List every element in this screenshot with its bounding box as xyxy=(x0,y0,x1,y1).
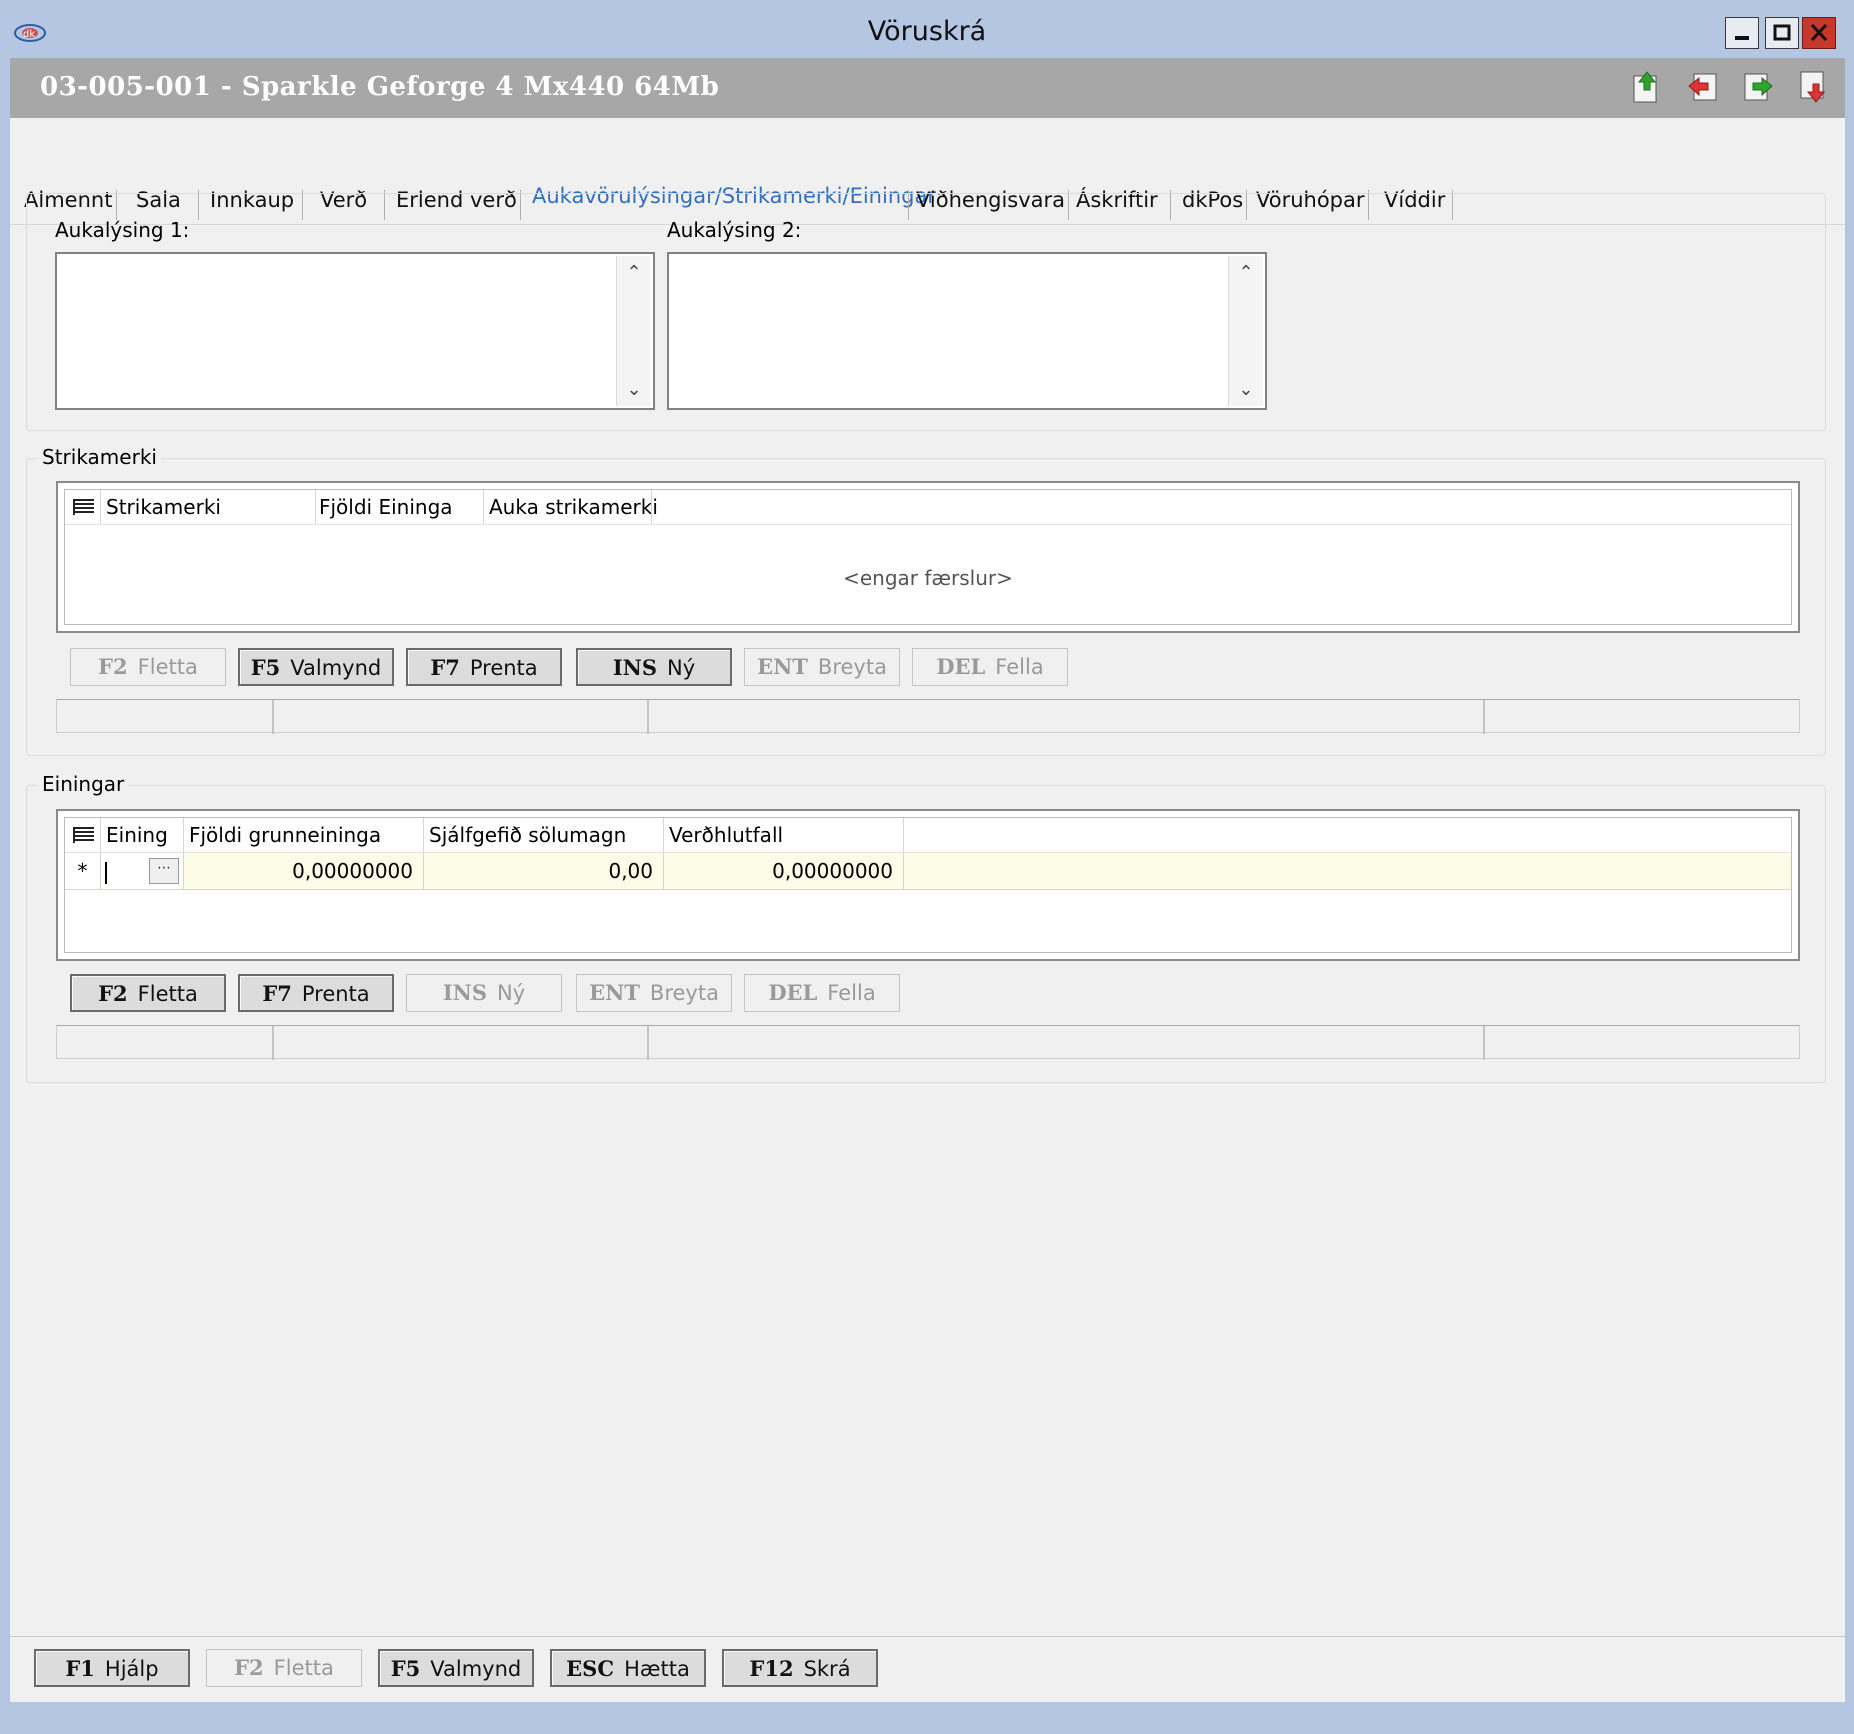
close-button[interactable] xyxy=(1802,17,1836,49)
units-fletta-button[interactable]: F2 Fletta xyxy=(70,974,226,1012)
new-row[interactable]: * ⋯ 0,00000000 0,00 0,00000000 xyxy=(65,853,1791,890)
maximize-button[interactable] xyxy=(1765,17,1799,49)
column-header-fjoldi-eininga[interactable]: Fjöldi Eininga xyxy=(319,495,453,519)
scroll-down-icon[interactable]: ⌄ xyxy=(1229,379,1263,400)
description-1-field[interactable]: ⌃ ⌄ xyxy=(55,252,655,410)
column-chooser-icon[interactable] xyxy=(73,498,95,516)
minimize-button[interactable] xyxy=(1725,17,1759,49)
help-button[interactable]: F1 Hjálp xyxy=(34,1649,190,1687)
record-upload-icon[interactable] xyxy=(1631,70,1663,104)
window-title: Vöruskrá xyxy=(867,16,987,47)
description-2-label: Aukalýsing 2: xyxy=(667,218,802,242)
record-title: 03-005-001 - Sparkle Geforge 4 Mx440 64M… xyxy=(40,72,720,102)
scroll-up-icon[interactable]: ⌃ xyxy=(1229,262,1263,283)
record-delete-icon[interactable] xyxy=(1798,70,1830,104)
save-button[interactable]: F12 Skrá xyxy=(722,1649,878,1687)
description-2-field[interactable]: ⌃ ⌄ xyxy=(667,252,1267,410)
default-qty-cell[interactable]: 0,00 xyxy=(424,853,663,889)
minimize-icon xyxy=(1735,36,1749,40)
description-1-scrollbar[interactable]: ⌃ ⌄ xyxy=(616,256,651,406)
record-back-icon[interactable] xyxy=(1686,70,1718,104)
units-fella-button[interactable]: DEL Fella xyxy=(744,974,900,1012)
footer-fletta-button[interactable]: F2 Fletta xyxy=(206,1649,362,1687)
column-header-fjoldi-grunneininga[interactable]: Fjöldi grunneininga xyxy=(189,823,381,847)
unit-cell[interactable]: ⋯ xyxy=(101,853,183,889)
units-grid[interactable]: Eining Fjöldi grunneininga Sjálfgefið sö… xyxy=(56,809,1800,961)
column-header-verdhlutfall[interactable]: Verðhlutfall xyxy=(669,823,783,847)
new-row-marker: * xyxy=(65,853,100,889)
empty-grid-text: <engar færslur> xyxy=(843,566,1013,590)
price-ratio-cell[interactable]: 0,00000000 xyxy=(664,853,903,889)
description-1-label: Aukalýsing 1: xyxy=(55,218,190,242)
barcodes-prenta-button[interactable]: F7 Prenta xyxy=(406,648,562,686)
barcodes-grid[interactable]: Strikamerki Fjöldi Eininga Auka strikame… xyxy=(56,481,1800,633)
column-chooser-icon[interactable] xyxy=(73,826,95,844)
window-client-area: 03-005-001 - Sparkle Geforge 4 Mx440 64M… xyxy=(10,58,1845,1702)
barcodes-fella-button[interactable]: DEL Fella xyxy=(912,648,1068,686)
footer-valmynd-button[interactable]: F5 Valmynd xyxy=(378,1649,534,1687)
column-header-strikamerki[interactable]: Strikamerki xyxy=(106,495,221,519)
column-header-auka-strikamerki[interactable]: Auka strikamerki xyxy=(489,495,658,519)
column-header-eining[interactable]: Eining xyxy=(106,823,168,847)
scroll-down-icon[interactable]: ⌄ xyxy=(617,379,651,400)
description-2-scrollbar[interactable]: ⌃ ⌄ xyxy=(1228,256,1263,406)
units-status-bar xyxy=(56,1025,1800,1060)
ellipsis-button[interactable]: ⋯ xyxy=(149,858,179,884)
barcodes-group-label: Strikamerki xyxy=(38,445,161,469)
cancel-button[interactable]: ESC Hætta xyxy=(550,1649,706,1687)
barcodes-breyta-button[interactable]: ENT Breyta xyxy=(744,648,900,686)
units-prenta-button[interactable]: F7 Prenta xyxy=(238,974,394,1012)
units-breyta-button[interactable]: ENT Breyta xyxy=(576,974,732,1012)
text-cursor xyxy=(105,861,107,884)
record-header: 03-005-001 - Sparkle Geforge 4 Mx440 64M… xyxy=(10,58,1845,118)
record-forward-icon[interactable] xyxy=(1743,70,1775,104)
barcodes-ny-button[interactable]: INS Ný xyxy=(576,648,732,686)
close-icon xyxy=(1810,23,1828,42)
scroll-up-icon[interactable]: ⌃ xyxy=(617,262,651,283)
units-ny-button[interactable]: INS Ný xyxy=(406,974,562,1012)
barcodes-status-bar xyxy=(56,699,1800,734)
base-units-cell[interactable]: 0,00000000 xyxy=(184,853,423,889)
column-header-sjalfgefid-solumagn[interactable]: Sjálfgefið sölumagn xyxy=(429,823,626,847)
barcodes-fletta-button[interactable]: F2 Fletta xyxy=(70,648,226,686)
title-bar: dk Vöruskrá xyxy=(0,0,1854,58)
maximize-icon xyxy=(1773,24,1791,41)
units-group-label: Einingar xyxy=(38,772,129,796)
units-grid-header: Eining Fjöldi grunneininga Sjálfgefið sö… xyxy=(65,818,1791,853)
barcodes-valmynd-button[interactable]: F5 Valmynd xyxy=(238,648,394,686)
barcodes-grid-header: Strikamerki Fjöldi Eininga Auka strikame… xyxy=(65,490,1791,525)
footer-toolbar: F1 Hjálp F2 Fletta F5 Valmynd ESC Hætta F12 S… xyxy=(10,1636,1845,1703)
